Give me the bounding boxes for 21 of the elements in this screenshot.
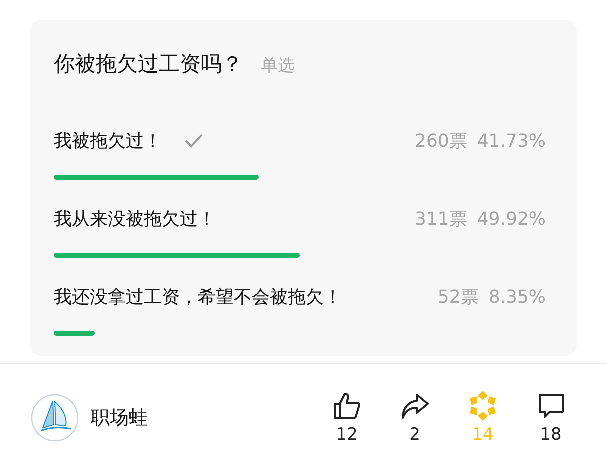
vote-percent: 8.35%: [488, 286, 546, 308]
sailboat-avatar-icon[interactable]: [31, 394, 79, 442]
option-label[interactable]: 我被拖欠过！: [54, 129, 162, 153]
vote-percent: 49.92%: [477, 208, 546, 230]
like-button[interactable]: 12: [331, 391, 363, 445]
vote-count: 311票: [415, 208, 468, 231]
poll-mode: 单选: [261, 55, 295, 77]
vote-percent: 41.73%: [477, 130, 546, 152]
poll-question: 你被拖欠过工资吗？: [54, 51, 243, 78]
comment-button[interactable]: 18: [535, 391, 567, 445]
share-arrow-icon: [400, 391, 430, 421]
hexagon-star-icon: [468, 391, 498, 421]
option-label[interactable]: 我从来没被拖欠过！: [54, 207, 216, 231]
share-button[interactable]: 2: [399, 391, 431, 445]
author-name[interactable]: 职场蛙: [91, 405, 148, 431]
option-label[interactable]: 我还没拿过工资，希望不会被拖欠！: [54, 285, 342, 309]
vote-count: 260票: [415, 130, 468, 153]
comment-icon: [536, 391, 566, 421]
thumbs-up-icon: [332, 391, 362, 421]
result-bar: [54, 331, 96, 336]
vote-count: 52票: [438, 286, 479, 309]
